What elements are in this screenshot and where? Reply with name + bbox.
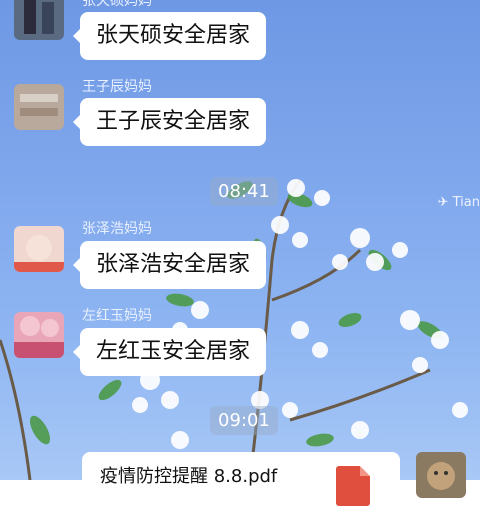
- message-bubble[interactable]: 张泽浩安全居家: [72, 241, 267, 289]
- avatar[interactable]: [14, 0, 64, 40]
- file-name: 疫情防控提醒 8.8.pdf: [100, 466, 278, 487]
- message-bubble[interactable]: 张天硕安全居家: [72, 12, 267, 60]
- sender-name: 左红玉妈妈: [82, 308, 152, 324]
- message-bubble[interactable]: 王子辰安全居家: [72, 98, 267, 146]
- message-bubble[interactable]: 左红玉安全居家: [72, 328, 267, 376]
- sender-name: 王子辰妈妈: [82, 79, 152, 95]
- timestamp: 09:01: [210, 406, 278, 435]
- avatar[interactable]: [14, 84, 64, 130]
- timestamp: 08:41: [210, 177, 278, 206]
- avatar[interactable]: [14, 226, 64, 272]
- watermark-text: ✈ Tian: [437, 195, 480, 210]
- sender-name: 张泽浩妈妈: [82, 221, 152, 237]
- avatar[interactable]: [14, 312, 64, 358]
- pdf-file-icon: [336, 466, 370, 506]
- sender-name: 张天硕妈妈: [82, 0, 152, 9]
- file-message-bubble[interactable]: 疫情防控提醒 8.8.pdf: [82, 452, 400, 506]
- avatar[interactable]: [416, 452, 466, 498]
